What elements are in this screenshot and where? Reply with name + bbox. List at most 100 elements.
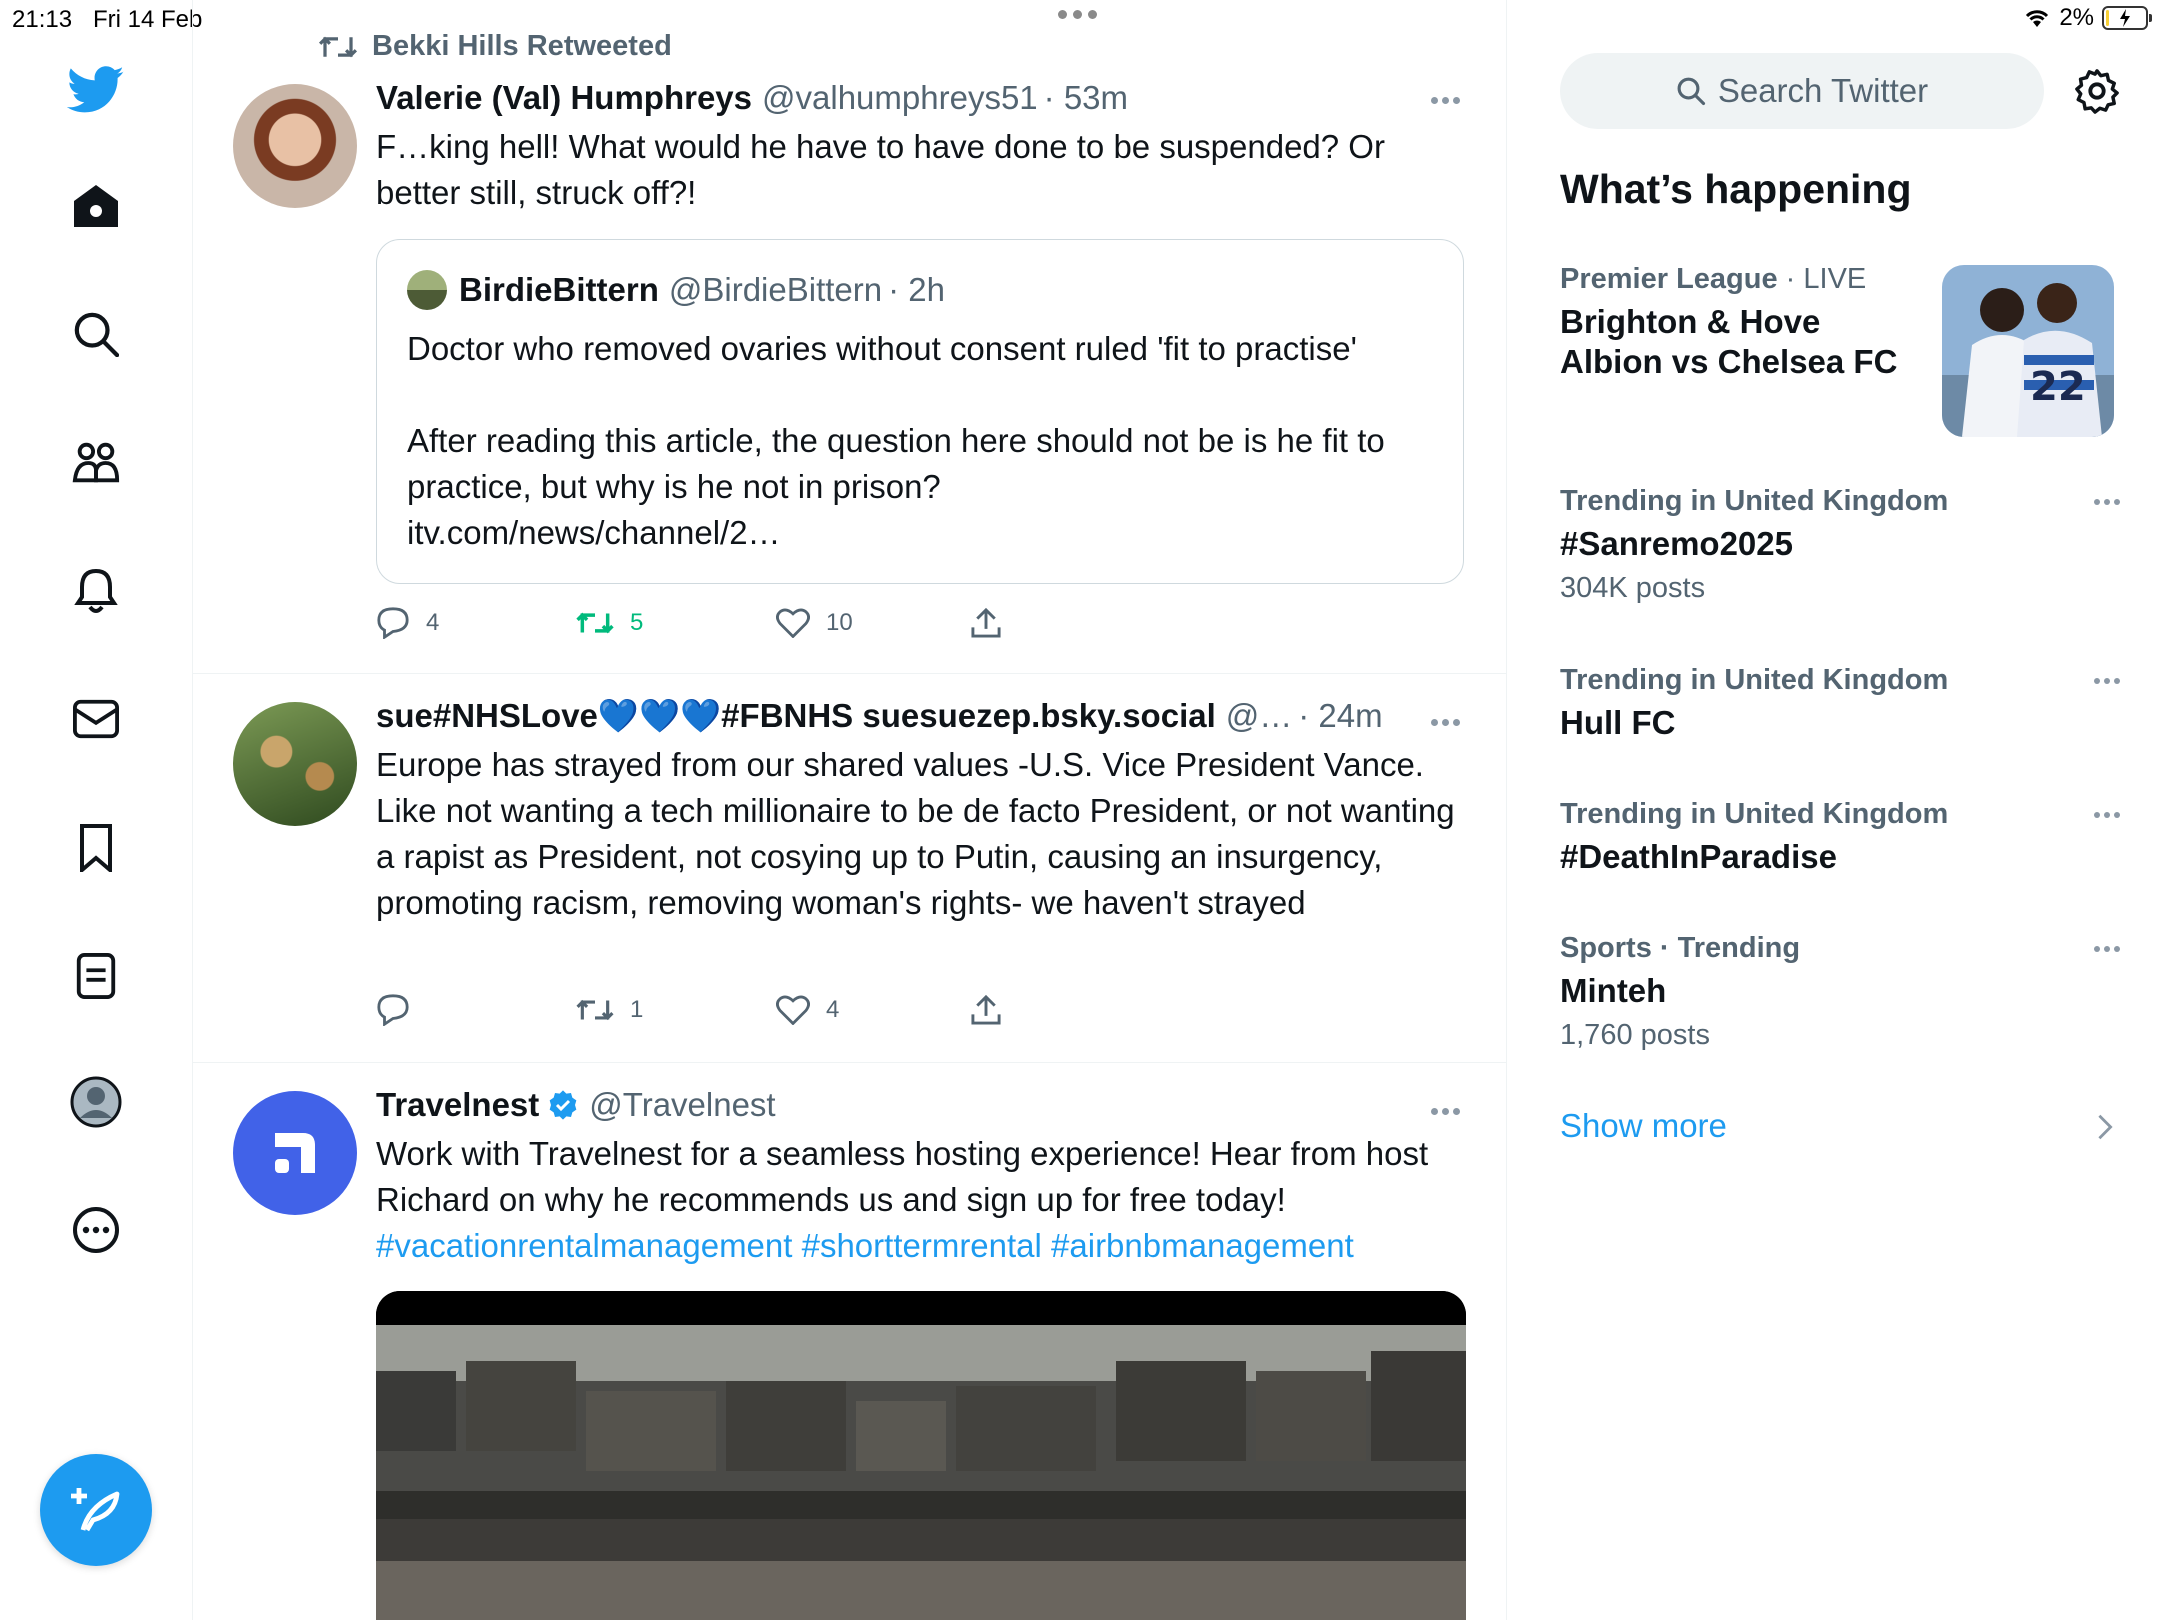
trend-name: Hull FC bbox=[1560, 704, 1676, 741]
social-context: Bekki Hills Retweeted bbox=[318, 30, 672, 63]
author-handle[interactable]: @… bbox=[1226, 697, 1293, 735]
trend-thumbnail[interactable]: 22 bbox=[1942, 265, 2114, 437]
svg-text:22: 22 bbox=[2030, 364, 2086, 410]
trend-item[interactable]: Trending in United Kingdom Hull FC bbox=[1560, 664, 2120, 743]
author-name[interactable]: Valerie (Val) Humphreys bbox=[376, 79, 752, 117]
retweeted-by[interactable]: Bekki Hills Retweeted bbox=[372, 30, 672, 63]
trend-meta: Trending in United Kingdom bbox=[1560, 664, 2120, 697]
trend-name: #Sanremo2025 bbox=[1560, 525, 1793, 562]
quote-author-name: BirdieBittern bbox=[459, 271, 659, 308]
trend-item[interactable]: Trending in United Kingdom #Sanremo2025 … bbox=[1560, 485, 2120, 605]
video-frame bbox=[376, 1291, 1466, 1620]
tweet-text: F…king hell! What would he have to have … bbox=[376, 128, 1385, 211]
retweet-button[interactable]: 1 bbox=[576, 990, 643, 1030]
gear-icon[interactable] bbox=[2074, 68, 2120, 114]
trend-category: Trending in United Kingdom bbox=[1560, 798, 1949, 830]
bookmark-icon[interactable] bbox=[66, 818, 126, 878]
tweet-body: sue#NHSLove💙💙💙#FBNHS suesuezep.bsky.soci… bbox=[376, 694, 1476, 926]
retweet-button[interactable]: 5 bbox=[576, 603, 643, 643]
tweet-actions: 4 5 10 bbox=[376, 603, 1076, 643]
trend-meta: Trending in United Kingdom bbox=[1560, 485, 2120, 518]
tweet-text: Work with Travelnest for a seamless host… bbox=[376, 1131, 1476, 1269]
share-button[interactable] bbox=[970, 990, 1002, 1030]
timeline: Bekki Hills Retweeted Valerie (Val) Hump… bbox=[193, 0, 1507, 1620]
tweet-time[interactable]: · 53m bbox=[1044, 79, 1128, 117]
trend-item[interactable]: Sports · Trending Minteh 1,760 posts bbox=[1560, 932, 2120, 1052]
avatar[interactable] bbox=[233, 1091, 357, 1215]
profile-icon[interactable] bbox=[66, 1072, 126, 1132]
like-button[interactable]: 10 bbox=[776, 603, 853, 643]
tweet-body: Travelnest @Travelnest Work with Traveln… bbox=[376, 1083, 1476, 1269]
compose-button[interactable] bbox=[40, 1454, 152, 1566]
right-sidebar: Search Twitter What’s happening Premier … bbox=[1508, 0, 2160, 1620]
twitter-logo-icon[interactable] bbox=[66, 60, 126, 120]
reply-button[interactable] bbox=[376, 990, 426, 1030]
reply-icon bbox=[377, 994, 409, 1026]
trend-category: Sports · Trending bbox=[1560, 932, 1801, 964]
left-nav bbox=[0, 0, 193, 1620]
tweet[interactable]: sue#NHSLove💙💙💙#FBNHS suesuezep.bsky.soci… bbox=[193, 674, 1507, 1063]
more-options-icon[interactable] bbox=[1431, 1105, 1467, 1117]
more-options-icon[interactable] bbox=[2094, 812, 2120, 818]
communities-icon[interactable] bbox=[66, 433, 126, 493]
tweet-header: sue#NHSLove💙💙💙#FBNHS suesuezep.bsky.soci… bbox=[376, 694, 1476, 738]
trend-name: Brighton & Hove Albion vs Chelsea FC bbox=[1560, 303, 1898, 380]
trend-category: Premier League bbox=[1560, 263, 1778, 295]
tweet-header: Travelnest @Travelnest bbox=[376, 1083, 1476, 1127]
tweet-actions: 1 4 bbox=[376, 990, 1076, 1030]
avatar[interactable] bbox=[233, 84, 357, 208]
more-options-icon[interactable] bbox=[2094, 946, 2120, 952]
avatar[interactable] bbox=[233, 702, 357, 826]
trend-name: #DeathInParadise bbox=[1560, 838, 1837, 875]
retweet-icon bbox=[576, 612, 614, 634]
verified-badge-icon bbox=[549, 1090, 577, 1120]
reply-icon bbox=[377, 607, 409, 639]
author-handle[interactable]: @Travelnest bbox=[589, 1086, 775, 1124]
reply-button[interactable]: 4 bbox=[376, 603, 439, 643]
promo-video[interactable] bbox=[376, 1291, 1466, 1620]
more-circle-icon[interactable] bbox=[66, 1200, 126, 1260]
trend-post-count: 304K posts bbox=[1560, 572, 1706, 604]
bell-icon[interactable] bbox=[66, 561, 126, 621]
trend-category: Trending in United Kingdom bbox=[1560, 664, 1949, 696]
tweet-text-body: Work with Travelnest for a seamless host… bbox=[376, 1135, 1429, 1218]
share-icon bbox=[971, 994, 1001, 1025]
trend-name: Minteh bbox=[1560, 972, 1667, 1009]
like-count: 4 bbox=[826, 996, 840, 1023]
search-icon[interactable] bbox=[66, 304, 126, 364]
search-input[interactable]: Search Twitter bbox=[1560, 53, 2044, 129]
heart-icon bbox=[776, 995, 810, 1025]
quote-author-handle: @BirdieBittern bbox=[668, 271, 883, 308]
chevron-right-icon bbox=[2098, 1114, 2113, 1140]
quote-header: BirdieBittern @BirdieBittern · 2h bbox=[407, 270, 945, 310]
more-options-icon[interactable] bbox=[1431, 716, 1467, 728]
compose-feather-icon bbox=[71, 1488, 120, 1532]
reply-count: 4 bbox=[426, 609, 440, 636]
search-placeholder: Search Twitter bbox=[1717, 72, 1929, 109]
trend-item[interactable]: Trending in United Kingdom #DeathInParad… bbox=[1560, 798, 2120, 877]
more-options-icon[interactable] bbox=[2094, 678, 2120, 684]
tweet[interactable]: Bekki Hills Retweeted Valerie (Val) Hump… bbox=[193, 0, 1507, 674]
trend-meta: Sports · Trending bbox=[1560, 932, 2120, 965]
author-name[interactable]: Travelnest bbox=[376, 1086, 539, 1124]
tweet-body: Valerie (Val) Humphreys @valhumphreys51 … bbox=[376, 76, 1476, 216]
trend-category: Trending in United Kingdom bbox=[1560, 485, 1949, 517]
quote-tweet[interactable]: BirdieBittern @BirdieBittern · 2h Doctor… bbox=[376, 239, 1464, 584]
author-handle[interactable]: @valhumphreys51 bbox=[762, 79, 1038, 117]
show-more-link[interactable]: Show more bbox=[1560, 1107, 2120, 1145]
mail-icon[interactable] bbox=[66, 689, 126, 749]
hashtag-links[interactable]: #vacationrentalmanagement #shorttermrent… bbox=[376, 1227, 1354, 1264]
retweet-icon bbox=[318, 36, 358, 57]
more-options-icon[interactable] bbox=[1431, 94, 1467, 106]
more-options-icon[interactable] bbox=[2094, 499, 2120, 505]
author-name[interactable]: sue#NHSLove💙💙💙#FBNHS suesuezep.bsky.soci… bbox=[376, 697, 1216, 736]
lists-icon[interactable] bbox=[66, 946, 126, 1006]
share-button[interactable] bbox=[970, 603, 1002, 643]
whats-happening-title: What’s happening bbox=[1560, 166, 1912, 212]
quote-avatar bbox=[407, 270, 447, 310]
search-icon bbox=[1677, 77, 1705, 106]
tweet-time[interactable]: · 24m bbox=[1298, 697, 1382, 735]
like-button[interactable]: 4 bbox=[776, 990, 839, 1030]
home-icon[interactable] bbox=[66, 176, 126, 236]
quote-text: Doctor who removed ovaries without conse… bbox=[407, 330, 1385, 551]
